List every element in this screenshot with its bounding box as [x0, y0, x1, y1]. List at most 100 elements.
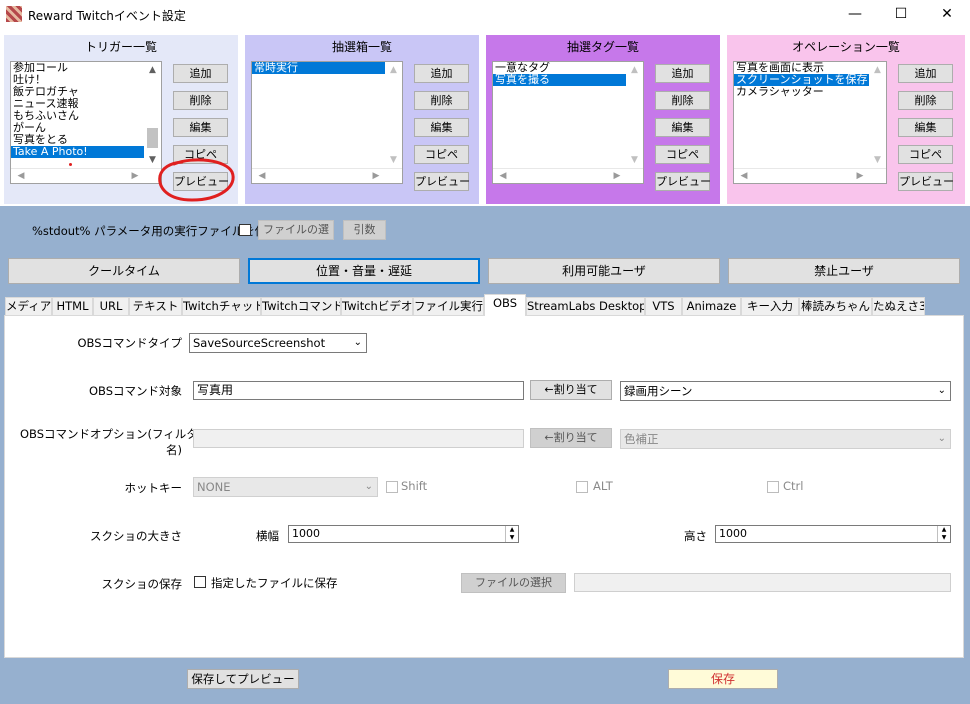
cooltime-button[interactable]: クールタイム [8, 258, 240, 284]
scroll-up-icon[interactable]: ▲ [144, 62, 161, 78]
save-to-file-checkbox[interactable] [194, 576, 206, 588]
scene-select[interactable]: 録画用シーン ⌄ [620, 381, 951, 401]
tab-animaze[interactable]: Animaze [682, 297, 741, 315]
spinner-arrows-icon[interactable]: ▲ ▼ [505, 526, 518, 542]
op-preview-button[interactable]: プレビュー [898, 172, 954, 191]
scroll-up-icon[interactable]: ▲ [385, 62, 402, 78]
stdout-args-button[interactable]: 引数 [343, 220, 386, 240]
list-item-selected[interactable]: Take A Photo! [11, 146, 161, 158]
box-add-button[interactable]: 追加 [414, 64, 469, 83]
filter-select[interactable]: 色補正 ⌄ [620, 429, 951, 449]
trigger-add-button[interactable]: 追加 [173, 64, 228, 83]
file-select-button[interactable]: ファイルの選択 [461, 573, 566, 593]
list-item-selected[interactable]: 常時実行 [252, 62, 402, 74]
hotkey-select[interactable]: NONE ⌄ [193, 477, 378, 497]
height-value: 1000 [719, 527, 747, 540]
scroll-down-icon[interactable]: ▼ [626, 152, 643, 168]
assign-target-button[interactable]: ←割り当て [530, 380, 612, 400]
horizontal-scrollbar[interactable]: ◀ ▶ [252, 168, 402, 183]
tab-text[interactable]: テキスト [129, 297, 182, 315]
scroll-thumb[interactable] [147, 128, 158, 148]
scroll-left-icon[interactable]: ◀ [254, 169, 270, 183]
spinner-arrows-icon[interactable]: ▲ ▼ [937, 526, 950, 542]
scroll-left-icon[interactable]: ◀ [736, 169, 752, 183]
vertical-scrollbar[interactable]: ▲ ▼ [385, 62, 402, 168]
tab-html[interactable]: HTML [52, 297, 93, 315]
vertical-scrollbar[interactable]: ▲ ▼ [144, 62, 161, 168]
obs-option-label-line1: OBSコマンドオプション(フィルター [20, 427, 210, 441]
vertical-scrollbar[interactable]: ▲ ▼ [869, 62, 886, 168]
minimize-button[interactable]: — [832, 0, 878, 30]
scroll-right-icon[interactable]: ▶ [368, 169, 384, 183]
ctrl-checkbox[interactable] [767, 481, 779, 493]
width-spinner[interactable]: 1000 ▲ ▼ [288, 525, 519, 543]
obs-command-type-select[interactable]: SaveSourceScreenshot ⌄ [189, 333, 367, 353]
scroll-right-icon[interactable]: ▶ [609, 169, 625, 183]
file-path-input[interactable] [574, 573, 951, 592]
tag-copy-button[interactable]: コピペ [655, 145, 710, 164]
scroll-left-icon[interactable]: ◀ [495, 169, 511, 183]
obs-target-label: OBSコマンド対象 [88, 384, 182, 398]
tab-bouyomichan[interactable]: 棒読みちゃん [799, 297, 872, 315]
tab-url[interactable]: URL [93, 297, 129, 315]
tag-delete-button[interactable]: 削除 [655, 91, 710, 110]
trigger-edit-button[interactable]: 編集 [173, 118, 228, 137]
tab-tanuesa3[interactable]: たぬえさ3 [872, 297, 925, 315]
tab-file-exec[interactable]: ファイル実行 [413, 297, 484, 315]
obs-option-input[interactable] [193, 429, 524, 448]
horizontal-scrollbar[interactable]: ◀ ▶ [734, 168, 886, 183]
trigger-delete-button[interactable]: 削除 [173, 91, 228, 110]
tab-twitch-video[interactable]: Twitchビデオ [341, 297, 413, 315]
assign-option-button[interactable]: ←割り当て [530, 428, 612, 448]
scroll-up-icon[interactable]: ▲ [869, 62, 886, 78]
tag-add-button[interactable]: 追加 [655, 64, 710, 83]
box-preview-button[interactable]: プレビュー [414, 172, 470, 191]
trigger-list[interactable]: 参加コール 吐け！ 飯テロガチャ ニュース速報 もちふいさん がーん 写真をとる… [10, 61, 162, 184]
tab-media[interactable]: メディア [5, 297, 52, 315]
close-button[interactable]: ✕ [924, 0, 970, 30]
tab-twitch-chat[interactable]: Twitchチャット [182, 297, 261, 315]
stdout-checkbox[interactable] [239, 224, 251, 236]
scroll-right-icon[interactable]: ▶ [127, 169, 143, 183]
box-delete-button[interactable]: 削除 [414, 91, 469, 110]
save-button[interactable]: 保存 [668, 669, 778, 689]
op-delete-button[interactable]: 削除 [898, 91, 953, 110]
banned-users-button[interactable]: 禁止ユーザ [728, 258, 960, 284]
tab-obs[interactable]: OBS [484, 294, 526, 316]
window-title: Reward Twitchイベント設定 [28, 9, 186, 23]
scroll-up-icon[interactable]: ▲ [626, 62, 643, 78]
maximize-button[interactable]: ☐ [878, 0, 924, 30]
vertical-scrollbar[interactable]: ▲ ▼ [626, 62, 643, 168]
stdout-file-button[interactable]: ファイルの選 [258, 220, 334, 240]
tab-twitch-command[interactable]: Twitchコマンド [261, 297, 341, 315]
lottery-tag-list[interactable]: 一意なタグ 写真を撮る ▲ ▼ ◀ ▶ [492, 61, 644, 184]
op-edit-button[interactable]: 編集 [898, 118, 953, 137]
save-and-preview-button[interactable]: 保存してプレビュー [187, 669, 299, 689]
tab-key-input[interactable]: キー入力 [741, 297, 799, 315]
op-copy-button[interactable]: コピペ [898, 145, 953, 164]
height-spinner[interactable]: 1000 ▲ ▼ [715, 525, 951, 543]
horizontal-scrollbar[interactable]: ◀ ▶ [11, 168, 161, 183]
tab-vts[interactable]: VTS [645, 297, 682, 315]
shift-checkbox[interactable] [386, 481, 398, 493]
list-item-selected[interactable]: 写真を撮る [493, 74, 643, 86]
box-edit-button[interactable]: 編集 [414, 118, 469, 137]
scroll-right-icon[interactable]: ▶ [852, 169, 868, 183]
tab-streamlabs[interactable]: StreamLabs Desktop [526, 297, 645, 315]
tag-edit-button[interactable]: 編集 [655, 118, 710, 137]
position-volume-delay-button[interactable]: 位置・音量・遅延 [248, 258, 480, 284]
lottery-box-list[interactable]: 常時実行 ▲ ▼ ◀ ▶ [251, 61, 403, 184]
list-item[interactable]: カメラシャッター [734, 86, 886, 98]
scroll-down-icon[interactable]: ▼ [869, 152, 886, 168]
scroll-down-icon[interactable]: ▼ [385, 152, 402, 168]
op-add-button[interactable]: 追加 [898, 64, 953, 83]
tag-preview-button[interactable]: プレビュー [655, 172, 711, 191]
operation-list[interactable]: 写真を画面に表示 スクリーンショットを保存 カメラシャッター ▲ ▼ ◀ ▶ [733, 61, 887, 184]
alt-checkbox[interactable] [576, 481, 588, 493]
annotation-dot [69, 163, 72, 166]
box-copy-button[interactable]: コピペ [414, 145, 469, 164]
obs-target-input[interactable]: 写真用 [193, 381, 524, 400]
horizontal-scrollbar[interactable]: ◀ ▶ [493, 168, 643, 183]
allowed-users-button[interactable]: 利用可能ユーザ [488, 258, 720, 284]
scroll-left-icon[interactable]: ◀ [13, 169, 29, 183]
